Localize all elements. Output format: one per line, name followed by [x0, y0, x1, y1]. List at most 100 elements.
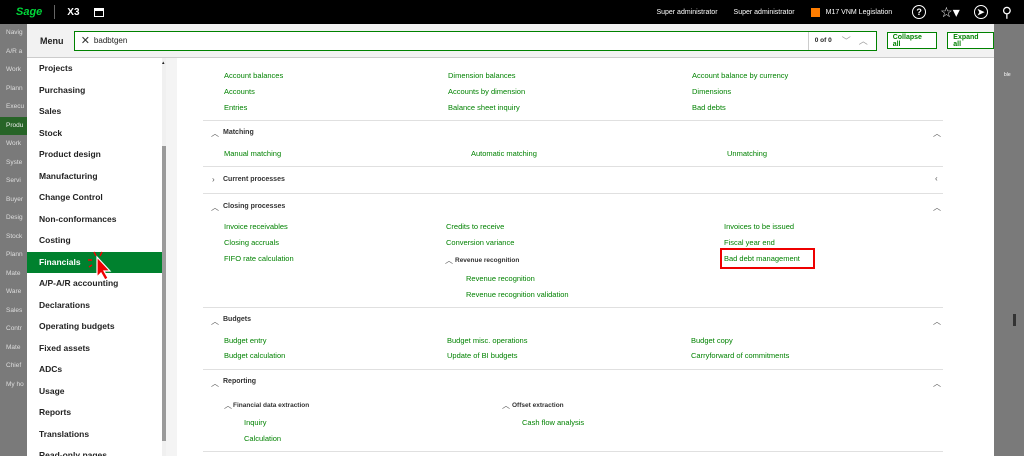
chevron-up-icon[interactable]: ︿ [211, 378, 219, 389]
legislation-selector[interactable]: M17 VNM Legislation [810, 7, 892, 17]
collapse-all-button[interactable]: Collapse all [886, 32, 938, 49]
user-name[interactable]: Super administrator [656, 9, 717, 16]
section-title-matching[interactable]: Matching [223, 129, 254, 136]
expand-all-button[interactable]: Expand all [947, 32, 994, 49]
search-icon[interactable]: ⚲ [1002, 4, 1012, 21]
sidebar-item-stock[interactable]: Stock [27, 123, 162, 145]
chevron-up-icon[interactable]: ︿ [211, 202, 219, 213]
link-dimensions[interactable]: Dimensions [692, 87, 731, 96]
sidebar-item-change-control[interactable]: Change Control [27, 187, 162, 209]
background-nav-item: Sales [6, 306, 23, 314]
chevron-up-icon[interactable]: ︿ [933, 202, 941, 213]
chevron-up-icon[interactable]: ︿ [445, 255, 453, 266]
chevron-up-icon[interactable]: ︿ [933, 128, 941, 139]
sidebar-item-sales[interactable]: Sales [27, 101, 162, 123]
chevron-up-icon[interactable]: ︿ [933, 316, 941, 327]
scroll-up-icon[interactable]: ▴ [162, 60, 165, 66]
link-revenue-recognition-validation[interactable]: Revenue recognition validation [466, 290, 569, 299]
link-unmatching[interactable]: Unmatching [727, 149, 767, 158]
link-fiscal-year-end[interactable]: Fiscal year end [724, 238, 775, 247]
chevron-up-icon[interactable]: ︿ [224, 400, 232, 411]
sidebar-item-adcs[interactable]: ADCs [27, 359, 162, 381]
link-update-of-bi-budgets[interactable]: Update of BI budgets [447, 351, 517, 360]
link-fifo-rate-calculation[interactable]: FIFO rate calculation [224, 254, 294, 263]
chevron-up-icon[interactable]: ︿ [502, 400, 510, 411]
top-bar: Sage X3 Super administrator Super admini… [0, 0, 1024, 24]
sidebar-item-operating-budgets[interactable]: Operating budgets [27, 316, 162, 338]
subsection-title-financial-data-extraction[interactable]: Financial data extraction [233, 402, 309, 409]
link-budget-copy[interactable]: Budget copy [691, 336, 733, 345]
link-entries[interactable]: Entries [224, 103, 247, 112]
link-budget-entry[interactable]: Budget entry [224, 336, 267, 345]
link-dimension-balances[interactable]: Dimension balances [448, 71, 516, 80]
subsection-title-offset-extraction[interactable]: Offset extraction [512, 402, 564, 409]
chevron-up-icon[interactable]: ︿ [933, 378, 941, 389]
link-revenue-recognition[interactable]: Revenue recognition [466, 274, 535, 283]
background-nav-item: Work [6, 140, 22, 147]
link-inquiry[interactable]: Inquiry [244, 418, 267, 427]
background-nav-item: Contr [6, 325, 22, 332]
chevron-up-icon[interactable]: ︿ [211, 316, 219, 327]
sidebar-item-product-design[interactable]: Product design [27, 144, 162, 166]
section-title-current-processes[interactable]: Current processes [223, 176, 285, 183]
help-icon[interactable]: ? [912, 5, 927, 19]
link-invoices-to-be-issued[interactable]: Invoices to be issued [724, 222, 794, 231]
menu-search-box[interactable]: ✕ badbtgen 0 of 0 ﹀ ︿ [73, 30, 877, 51]
background-navigation: Navig A/R a Work Plann Execu Produ Work Syste Se… [0, 24, 27, 456]
divider [203, 369, 943, 370]
chevron-down-icon[interactable]: ﹀ [842, 34, 851, 47]
clear-icon[interactable]: ✕ [81, 34, 90, 47]
chevron-left-icon[interactable]: ‹ [935, 174, 938, 183]
link-account-balances[interactable]: Account balances [224, 71, 283, 80]
menu-header: Menu ✕ badbtgen 0 of 0 ﹀ ︿ Collapse all … [27, 24, 994, 58]
section-title-budgets[interactable]: Budgets [223, 316, 251, 323]
background-nav-item: Execu [6, 103, 25, 110]
sidebar-item-manufacturing[interactable]: Manufacturing [27, 166, 162, 188]
link-budget-calculation[interactable]: Budget calculation [224, 351, 285, 360]
link-budget-misc-operations[interactable]: Budget misc. operations [447, 336, 527, 345]
menu-search-input[interactable]: badbtgen [94, 36, 127, 45]
background-nav-item: Mate [6, 343, 21, 351]
link-conversion-variance[interactable]: Conversion variance [446, 238, 514, 247]
sidebar-item-usage[interactable]: Usage [27, 381, 162, 403]
user-role[interactable]: Super administrator [734, 9, 795, 16]
link-credits-to-receive[interactable]: Credits to receive [446, 222, 504, 231]
sidebar-item-declarations[interactable]: Declarations [27, 295, 162, 317]
background-nav-item: Stock [6, 232, 23, 240]
background-scrollbar-thumb [1013, 314, 1016, 326]
link-carryforward-of-commitments[interactable]: Carryforward of commitments [691, 351, 789, 360]
link-account-balance-by-currency[interactable]: Account balance by currency [692, 71, 788, 80]
link-balance-sheet-inquiry[interactable]: Balance sheet inquiry [448, 103, 520, 112]
star-icon[interactable]: ☆▾ [940, 4, 960, 21]
link-calculation[interactable]: Calculation [244, 434, 281, 443]
link-cash-flow-analysis[interactable]: Cash flow analysis [522, 418, 584, 427]
link-accounts-by-dimension[interactable]: Accounts by dimension [448, 87, 525, 96]
link-accounts[interactable]: Accounts [224, 87, 255, 96]
sidebar-item-projects[interactable]: Projects [27, 58, 162, 80]
sidebar-item-purchasing[interactable]: Purchasing [27, 80, 162, 102]
link-manual-matching[interactable]: Manual matching [224, 149, 281, 158]
link-bad-debts[interactable]: Bad debts [692, 103, 726, 112]
section-title-reporting[interactable]: Reporting [223, 378, 256, 385]
background-nav-item: Syste [6, 158, 23, 166]
search-count: 0 of 0 [814, 37, 832, 44]
background-nav-item: A/R a [6, 47, 23, 55]
link-closing-accruals[interactable]: Closing accruals [224, 238, 279, 247]
chevron-up-icon[interactable]: ︿ [211, 128, 219, 139]
legislation-color-icon [810, 7, 820, 17]
sage-logo[interactable]: Sage [16, 6, 42, 18]
divider [54, 5, 56, 19]
sidebar-item-non-conformances[interactable]: Non-conformances [27, 209, 162, 231]
calendar-icon[interactable] [93, 7, 104, 17]
link-invoice-receivables[interactable]: Invoice receivables [224, 222, 288, 231]
chevron-right-icon[interactable]: › [212, 175, 215, 184]
sidebar-item-read-only-pages[interactable]: Read-only pages [27, 445, 162, 456]
subsection-title-revenue-recognition[interactable]: Revenue recognition [455, 257, 519, 264]
sidebar-item-reports[interactable]: Reports [27, 402, 162, 424]
sidebar-item-fixed-assets[interactable]: Fixed assets [27, 338, 162, 360]
link-automatic-matching[interactable]: Automatic matching [471, 149, 537, 158]
sidebar-item-translations[interactable]: Translations [27, 424, 162, 446]
compass-icon[interactable]: ➤ [973, 5, 988, 19]
section-title-closing-processes[interactable]: Closing processes [223, 203, 285, 210]
chevron-up-icon[interactable]: ︿ [859, 34, 868, 47]
